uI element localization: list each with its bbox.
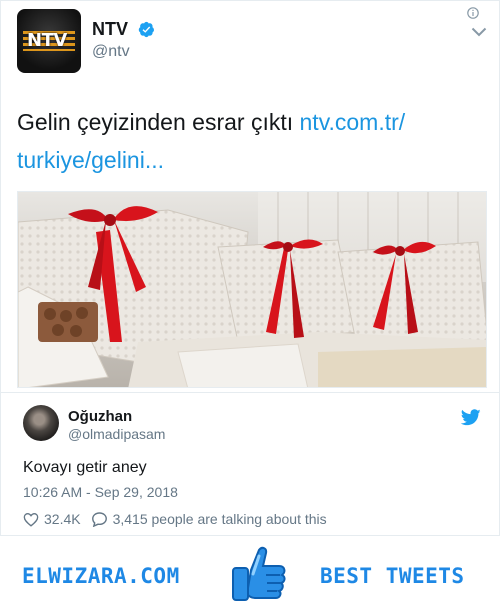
photo-illustration xyxy=(18,192,486,387)
quoted-stats: 32.4K 3,415 people are talking about thi… xyxy=(23,510,327,528)
tweet-text: Gelin çeyizinden esrar çıktı ntv.com.tr/… xyxy=(17,103,487,179)
brand-left-text: ELWIZARA.COM xyxy=(22,564,180,588)
info-icon[interactable] xyxy=(467,7,479,19)
talking-count[interactable]: 3,415 people are talking about this xyxy=(113,511,327,527)
tweet-photo-trousseau-boxes[interactable] xyxy=(17,191,487,388)
quoted-tweet-text: Kovayı getir aney xyxy=(23,459,147,476)
like-count[interactable]: 32.4K xyxy=(44,511,81,527)
heart-icon[interactable] xyxy=(23,512,39,527)
quoted-author-handle[interactable]: @olmadipasam xyxy=(68,426,165,442)
ntv-avatar[interactable]: NTV xyxy=(17,9,81,73)
verified-badge-icon xyxy=(138,21,155,38)
brand-right-text: BEST TWEETS xyxy=(320,564,465,588)
comment-icon[interactable] xyxy=(91,511,108,527)
embedded-tweet-card: NTV NTV @ntv Gelin çeyizinden esrar çıkt… xyxy=(0,0,500,536)
thumbs-up-icon xyxy=(232,546,286,601)
quoted-timestamp[interactable]: 10:26 AM - Sep 29, 2018 xyxy=(23,484,178,500)
author-handle[interactable]: @ntv xyxy=(92,43,130,61)
footer-banner: ELWIZARA.COM BEST TWEETS xyxy=(0,540,500,613)
twitter-bird-icon[interactable] xyxy=(461,409,481,426)
ntv-logo-text: NTV xyxy=(27,30,67,51)
ntv-logo: NTV xyxy=(23,29,75,53)
quoted-avatar[interactable] xyxy=(23,405,59,441)
quoted-author-name[interactable]: Oğuzhan xyxy=(68,408,132,425)
author-name[interactable]: NTV xyxy=(92,19,128,40)
quoted-tweet[interactable]: Oğuzhan @olmadipasam Kovayı getir aney 1… xyxy=(1,392,500,537)
tweet-text-plain: Gelin çeyizinden esrar çıktı xyxy=(17,109,300,135)
chevron-down-icon[interactable] xyxy=(471,27,487,37)
